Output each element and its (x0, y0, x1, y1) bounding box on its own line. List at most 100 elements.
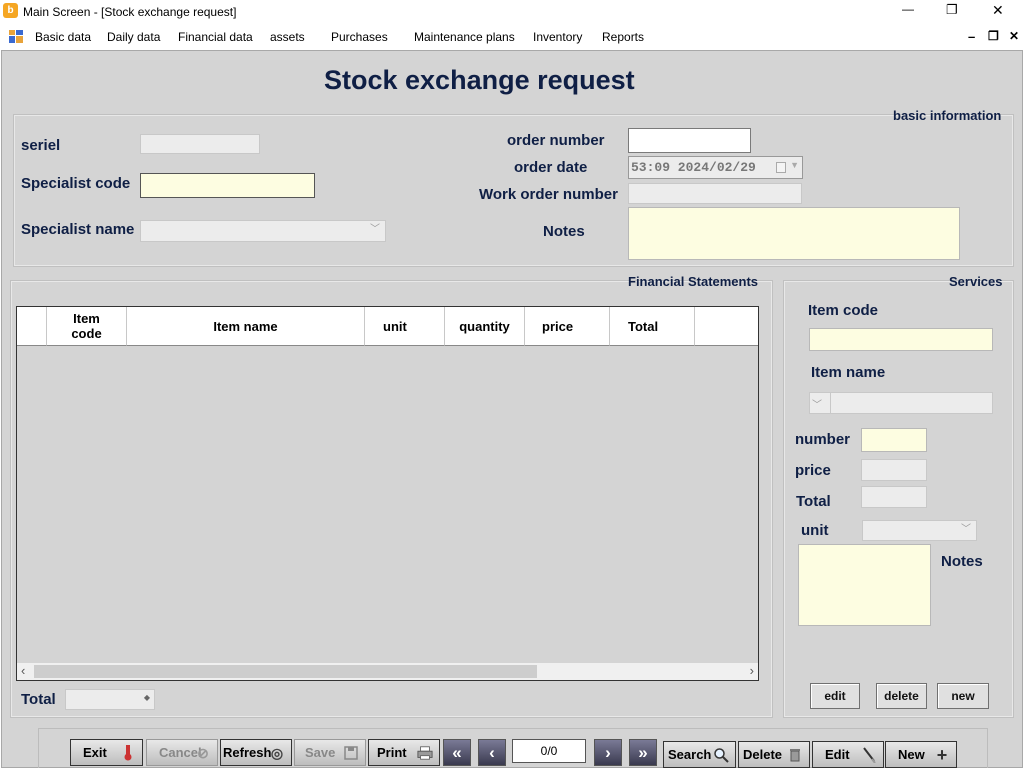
search-button[interactable]: Search (663, 741, 736, 768)
service-new-button[interactable]: new (937, 683, 989, 709)
form-title: Stock exchange request (324, 65, 635, 95)
work-order-number-label: Work order number (479, 186, 618, 203)
seriel-field[interactable] (140, 134, 260, 154)
service-price-field[interactable] (861, 459, 927, 481)
basic-information-label: basic information (893, 108, 1002, 123)
close-button[interactable]: ✕ (992, 2, 1004, 19)
menu-basic-data[interactable]: Basic data (35, 30, 91, 44)
column-header-item-name[interactable]: Item name (127, 307, 365, 346)
notes-label: Notes (543, 223, 585, 240)
menu-financial-data[interactable]: Financial data (178, 30, 253, 44)
scroll-right-icon[interactable]: › (750, 663, 754, 678)
service-delete-button[interactable]: delete (876, 683, 927, 709)
column-header-filler (695, 307, 758, 346)
calendar-icon[interactable] (776, 162, 786, 173)
menu-daily-data[interactable]: Daily data (107, 30, 160, 44)
scroll-left-icon[interactable]: ‹ (21, 663, 25, 678)
column-header-price[interactable]: price (525, 307, 610, 346)
chevron-right-icon: › (605, 742, 611, 762)
first-record-button[interactable]: « (443, 739, 471, 766)
notes-field[interactable] (628, 207, 960, 260)
specialist-code-field[interactable] (140, 173, 315, 198)
row-header-corner (17, 307, 47, 346)
trash-icon (787, 747, 803, 763)
column-header-quantity[interactable]: quantity (445, 307, 525, 346)
service-item-name-value (830, 393, 992, 413)
service-item-code-field[interactable] (809, 328, 993, 351)
previous-record-button[interactable]: ‹ (478, 739, 506, 766)
specialist-name-label: Specialist name (21, 221, 135, 238)
service-item-name-combo[interactable]: ﹀ (809, 392, 993, 414)
exit-button[interactable]: Exit (70, 739, 143, 766)
refresh-button[interactable]: Refresh ◎ (220, 739, 292, 766)
service-item-code-label: Item code (808, 302, 879, 319)
last-record-button[interactable]: » (629, 739, 657, 766)
menu-reports[interactable]: Reports (602, 30, 644, 44)
service-notes-label: Notes (941, 553, 983, 570)
order-number-field[interactable] (628, 128, 751, 153)
plus-icon: + (936, 744, 948, 765)
chevron-left-icon: ‹ (489, 742, 495, 762)
menu-purchases[interactable]: Purchases (331, 30, 388, 44)
print-button[interactable]: Print (368, 739, 440, 766)
grid-total-field[interactable]: ◆ (65, 689, 155, 710)
chevron-down-icon[interactable]: ﹀ (812, 396, 822, 411)
specialist-name-combo[interactable]: ﹀ (140, 220, 386, 242)
menu-maintenance-plans[interactable]: Maintenance plans (414, 30, 515, 44)
search-label: Search (668, 747, 712, 762)
menu-bar: Basic data Daily data Financial data ass… (0, 24, 1024, 50)
print-label: Print (377, 745, 407, 760)
minimize-button[interactable]: — (902, 2, 914, 16)
restore-button[interactable]: ❐ (946, 2, 958, 18)
service-unit-combo[interactable]: ﹀ (862, 520, 977, 541)
order-date-value: 53:09 2024/02/29 (631, 160, 756, 175)
services-label: Services (949, 274, 1003, 289)
double-chevron-right-icon: » (638, 742, 648, 762)
chevron-down-icon[interactable]: ▼ (790, 160, 799, 170)
form-client-area: Stock exchange request basic information… (1, 50, 1023, 768)
record-position-field[interactable]: 0/0 (512, 739, 586, 763)
app-icon: b (3, 3, 18, 18)
service-notes-field[interactable] (798, 544, 931, 626)
service-unit-label: unit (801, 522, 829, 539)
save-button[interactable]: Save (294, 739, 366, 766)
chevron-down-icon[interactable]: ﹀ (960, 524, 972, 536)
order-date-picker[interactable]: 53:09 2024/02/29 ▼ (628, 156, 803, 179)
specialist-code-label: Specialist code (21, 175, 131, 192)
financial-statements-grid[interactable]: Item code Item name unit quantity price … (16, 306, 759, 681)
service-total-label: Total (796, 493, 831, 510)
save-label: Save (305, 745, 336, 760)
scrollbar-thumb[interactable] (34, 665, 537, 678)
new-label: New (898, 747, 925, 762)
save-icon (343, 745, 359, 761)
menu-assets[interactable]: assets (270, 30, 305, 44)
mdi-window-icon (9, 30, 23, 43)
chevron-down-icon[interactable]: ﹀ (369, 224, 381, 236)
cancel-button[interactable]: Cancel ⊘ (146, 739, 218, 766)
horizontal-scrollbar[interactable]: ‹ › (17, 663, 758, 680)
financial-statements-label: Financial Statements (628, 274, 759, 289)
mdi-minimize-button[interactable]: – (968, 29, 975, 44)
service-edit-button[interactable]: edit (810, 683, 860, 709)
next-record-button[interactable]: › (594, 739, 622, 766)
order-date-label: order date (514, 159, 588, 176)
mdi-close-button[interactable]: ✕ (1009, 29, 1019, 43)
exit-icon (120, 745, 136, 761)
double-chevron-left-icon: « (452, 742, 462, 762)
exit-label: Exit (83, 745, 107, 760)
menu-inventory[interactable]: Inventory (533, 30, 582, 44)
service-price-label: price (795, 462, 831, 479)
mdi-restore-button[interactable]: ❐ (988, 29, 999, 43)
delete-button[interactable]: Delete (738, 741, 810, 768)
column-header-item-code[interactable]: Item code (47, 307, 127, 346)
spinner-icon[interactable]: ◆ (144, 693, 150, 702)
service-total-field[interactable] (861, 486, 927, 508)
column-header-total[interactable]: Total (610, 307, 695, 346)
service-number-field[interactable] (861, 428, 927, 452)
new-button[interactable]: New + (885, 741, 957, 768)
column-header-unit[interactable]: unit (365, 307, 445, 346)
edit-button[interactable]: Edit (812, 741, 884, 768)
work-order-number-field[interactable] (628, 183, 802, 204)
service-item-name-label: Item name (811, 364, 886, 381)
service-number-label: number (795, 431, 851, 448)
